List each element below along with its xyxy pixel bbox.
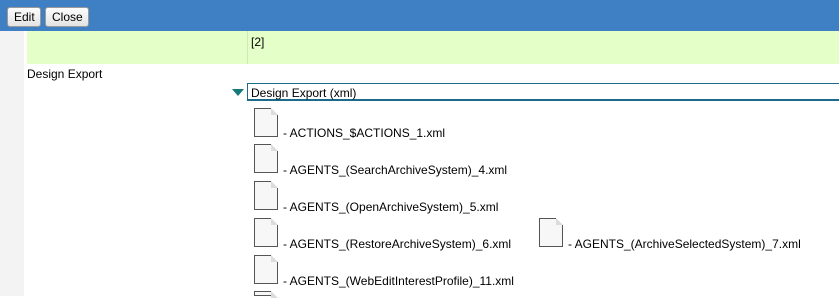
file-attachment-icon[interactable] — [254, 108, 278, 137]
attachment-link[interactable]: - AGENTS_(WebEditInterestProfile)_11.xml — [283, 274, 514, 288]
collapse-triangle-icon[interactable] — [232, 89, 244, 96]
attachment-link[interactable]: - AGENTS_(RestoreArchiveSystem)_6.xml — [283, 237, 511, 251]
highlighted-row — [27, 31, 839, 64]
edit-button[interactable]: Edit — [7, 7, 41, 27]
attachment-link[interactable]: - AGENTS_(SearchArchiveSystem)_4.xml — [283, 163, 507, 177]
section-title: Design Export (xml) — [251, 86, 357, 100]
attachment-link[interactable]: - ACTIONS_$ACTIONS_1.xml — [283, 126, 445, 140]
row-value: [2] — [251, 35, 265, 49]
row-divider — [247, 31, 248, 64]
close-button[interactable]: Close — [45, 7, 89, 27]
attachment-link[interactable]: - AGENTS_(ArchiveSelectedSystem)_7.xml — [568, 237, 801, 251]
action-bar: Edit Close — [0, 0, 839, 31]
file-attachment-icon[interactable] — [254, 218, 278, 247]
left-margin — [0, 31, 24, 296]
file-attachment-icon[interactable] — [254, 144, 278, 173]
design-export-section-header[interactable]: Design Export (xml) — [247, 83, 839, 101]
file-attachment-icon[interactable] — [254, 291, 278, 298]
attachment-link[interactable]: - AGENTS_(OpenArchiveSystem)_5.xml — [283, 200, 498, 214]
file-attachment-icon[interactable] — [539, 218, 563, 247]
file-attachment-icon[interactable] — [254, 255, 278, 284]
design-export-label: Design Export — [27, 67, 103, 81]
file-attachment-icon[interactable] — [254, 181, 278, 210]
